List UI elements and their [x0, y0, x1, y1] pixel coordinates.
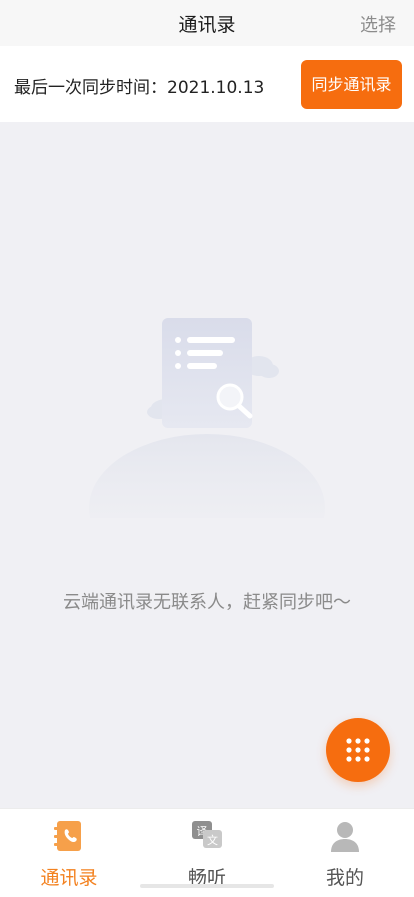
tab-contacts[interactable]: 通讯录: [0, 809, 138, 897]
dialpad-button[interactable]: [326, 718, 390, 782]
page-title: 通讯录: [178, 14, 236, 36]
dialpad-icon: [346, 738, 370, 762]
empty-state-message: 云端通讯录无联系人，赶紧同步吧～: [63, 592, 351, 613]
sync-contacts-button[interactable]: 同步通讯录: [301, 60, 402, 109]
last-sync-time: 最后一次同步时间：2021.10.13: [14, 78, 265, 98]
tab-label-profile: 我的: [325, 867, 364, 889]
select-button[interactable]: 选择: [360, 11, 396, 37]
contacts-phone-icon: [54, 819, 84, 857]
translate-icon: 译 文: [190, 819, 224, 855]
home-indicator: [140, 884, 274, 888]
svg-text:文: 文: [207, 833, 218, 847]
tab-label-contacts: 通讯录: [40, 867, 98, 889]
tab-profile[interactable]: 我的: [276, 809, 414, 897]
sync-bar: 最后一次同步时间：2021.10.13 同步通讯录: [0, 46, 414, 122]
empty-contacts-illustration: [87, 308, 327, 582]
person-icon: [328, 819, 362, 857]
top-bar: 通讯录 选择: [0, 0, 414, 46]
